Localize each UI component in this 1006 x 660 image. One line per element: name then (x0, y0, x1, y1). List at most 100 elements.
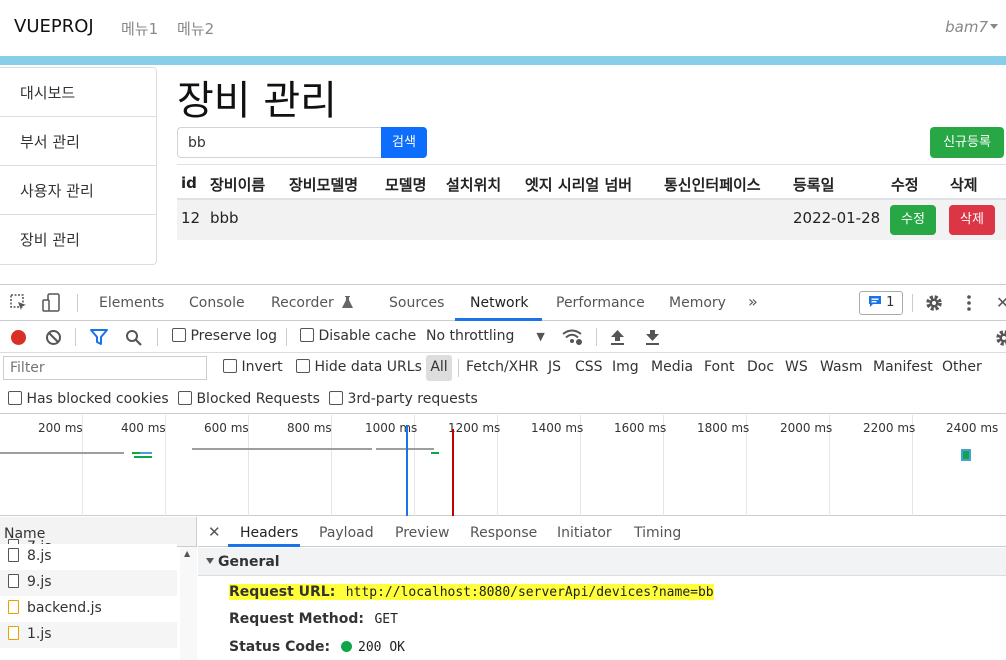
user-dropdown[interactable]: bam7 (945, 18, 998, 36)
filter-type-doc[interactable]: Doc (747, 359, 774, 375)
tab-payload[interactable]: Payload (319, 525, 374, 541)
inspect-element-icon[interactable] (10, 294, 28, 316)
list-item[interactable]: 8.js (0, 544, 177, 570)
invert-checkbox[interactable]: Invert (223, 359, 283, 375)
divider (596, 328, 597, 346)
request-url-label: Request URL: (229, 584, 336, 600)
hide-data-urls-checkbox[interactable]: Hide data URLs (296, 359, 422, 375)
request-method-label: Request Method: (229, 611, 364, 627)
third-party-requests-checkbox[interactable]: 3rd-party requests (329, 391, 478, 407)
kebab-menu-icon[interactable] (966, 293, 972, 317)
filter-type-css[interactable]: CSS (575, 359, 603, 375)
list-item[interactable]: 9.js (0, 570, 177, 596)
nav-link-menu1[interactable]: 메뉴1 (121, 18, 158, 39)
nav-link-menu2[interactable]: 메뉴2 (177, 18, 214, 39)
clear-icon[interactable] (45, 329, 62, 350)
third-party-requests-label: 3rd-party requests (347, 391, 478, 407)
network-timeline-overview[interactable]: 200 ms 400 ms 600 ms 800 ms 1000 ms 1200… (0, 415, 1006, 516)
wifi-settings-icon[interactable] (562, 329, 584, 350)
col-interface: 통신인터페이스 (664, 176, 761, 194)
brand-link[interactable]: VUEPROJ (14, 16, 94, 37)
tab-network[interactable]: Network (470, 295, 528, 311)
devtools-panel: Elements Console Recorder Sources Networ… (0, 284, 1006, 660)
caret-down-icon (990, 24, 998, 29)
divider (157, 328, 158, 346)
filter-type-media[interactable]: Media (651, 359, 693, 375)
network-blocked-bar: Has blocked cookies Blocked Requests 3rd… (0, 384, 1006, 414)
preserve-log-label: Preserve log (190, 328, 278, 344)
general-section-header[interactable]: General (198, 548, 1006, 576)
app-navbar: VUEPROJ 메뉴1 메뉴2 bam7 (0, 0, 1006, 56)
filter-type-all[interactable]: All (426, 355, 452, 381)
divider (912, 294, 913, 312)
tab-headers[interactable]: Headers (240, 525, 298, 541)
request-url-row: Request URL: http://localhost:8080/serve… (229, 584, 714, 600)
tab-memory[interactable]: Memory (669, 295, 726, 311)
checkbox-box (172, 328, 186, 342)
tab-sources[interactable]: Sources (389, 295, 444, 311)
filter-type-manifest[interactable]: Manifest (873, 359, 933, 375)
checkbox-box (223, 359, 237, 373)
has-blocked-cookies-label: Has blocked cookies (26, 391, 169, 407)
divider (286, 328, 287, 346)
more-tabs-icon[interactable]: » (748, 292, 758, 311)
close-icon[interactable]: ✕ (996, 293, 1006, 312)
filter-icon[interactable] (90, 329, 108, 350)
filter-type-wasm[interactable]: Wasm (820, 359, 862, 375)
network-settings-icon[interactable] (994, 329, 1006, 351)
scroll-up-icon[interactable]: ▲ (184, 549, 190, 558)
message-icon (869, 296, 881, 307)
file-name: 1.js (27, 626, 52, 642)
flask-icon (342, 296, 354, 308)
new-register-button[interactable]: 신규등록 (930, 127, 1004, 158)
preserve-log-checkbox[interactable]: Preserve log (172, 328, 277, 344)
filter-type-fetch-xhr[interactable]: Fetch/XHR (466, 359, 539, 375)
scrollbar[interactable]: ▲ (180, 547, 197, 660)
sidebar-item-departments[interactable]: 부서 관리 (0, 117, 156, 166)
search-icon[interactable] (125, 329, 142, 350)
has-blocked-cookies-checkbox[interactable]: Has blocked cookies (8, 391, 169, 407)
accent-bar (0, 56, 1006, 65)
search-input[interactable] (177, 127, 382, 158)
request-method-row: Request Method: GET (229, 611, 398, 627)
download-icon[interactable] (645, 329, 660, 350)
issues-badge[interactable]: 1 (859, 291, 903, 315)
device-toolbar-icon[interactable] (42, 293, 62, 317)
tab-timing[interactable]: Timing (634, 525, 681, 541)
throttling-select[interactable]: No throttling ▼ (426, 328, 545, 344)
tab-recorder[interactable]: Recorder (271, 295, 354, 311)
row-edit-button[interactable]: 수정 (890, 205, 936, 235)
blocked-requests-label: Blocked Requests (196, 391, 320, 407)
filter-type-img[interactable]: Img (612, 359, 639, 375)
tab-elements[interactable]: Elements (99, 295, 164, 311)
tab-response[interactable]: Response (470, 525, 537, 541)
sidebar-item-dashboard[interactable]: 대시보드 (0, 68, 156, 117)
devtools-tabbar: Elements Console Recorder Sources Networ… (0, 285, 1006, 321)
list-item[interactable]: 1.js (0, 622, 177, 648)
tab-performance[interactable]: Performance (556, 295, 645, 311)
row-delete-button[interactable]: 삭제 (949, 205, 995, 235)
tab-preview[interactable]: Preview (395, 525, 450, 541)
search-button[interactable]: 검색 (381, 127, 427, 158)
gear-icon[interactable] (924, 293, 944, 317)
list-item[interactable]: backend.js (0, 596, 177, 622)
blocked-requests-checkbox[interactable]: Blocked Requests (178, 391, 320, 407)
tab-initiator[interactable]: Initiator (557, 525, 612, 541)
filter-type-js[interactable]: JS (548, 359, 561, 375)
filter-input[interactable] (3, 356, 207, 380)
status-code-value: 200 OK (358, 640, 405, 655)
upload-icon[interactable] (610, 329, 625, 350)
disable-cache-checkbox[interactable]: Disable cache (300, 328, 416, 344)
triangle-down-icon (206, 558, 214, 564)
sidebar-item-devices[interactable]: 장비 관리 (0, 215, 156, 264)
filter-type-other[interactable]: Other (942, 359, 982, 375)
record-icon[interactable] (10, 329, 27, 350)
tab-console[interactable]: Console (189, 295, 245, 311)
sidebar-item-users[interactable]: 사용자 관리 (0, 166, 156, 215)
network-details: Name 7.js 8.js 9.js backend.js 1.js ▲ ✕ … (0, 517, 1006, 660)
close-detail-icon[interactable]: ✕ (208, 523, 221, 541)
network-filter-bar: Invert Hide data URLs All Fetch/XHR JS C… (0, 353, 1006, 383)
filter-type-font[interactable]: Font (704, 359, 734, 375)
timeline-bars (0, 425, 971, 516)
filter-type-ws[interactable]: WS (785, 359, 808, 375)
